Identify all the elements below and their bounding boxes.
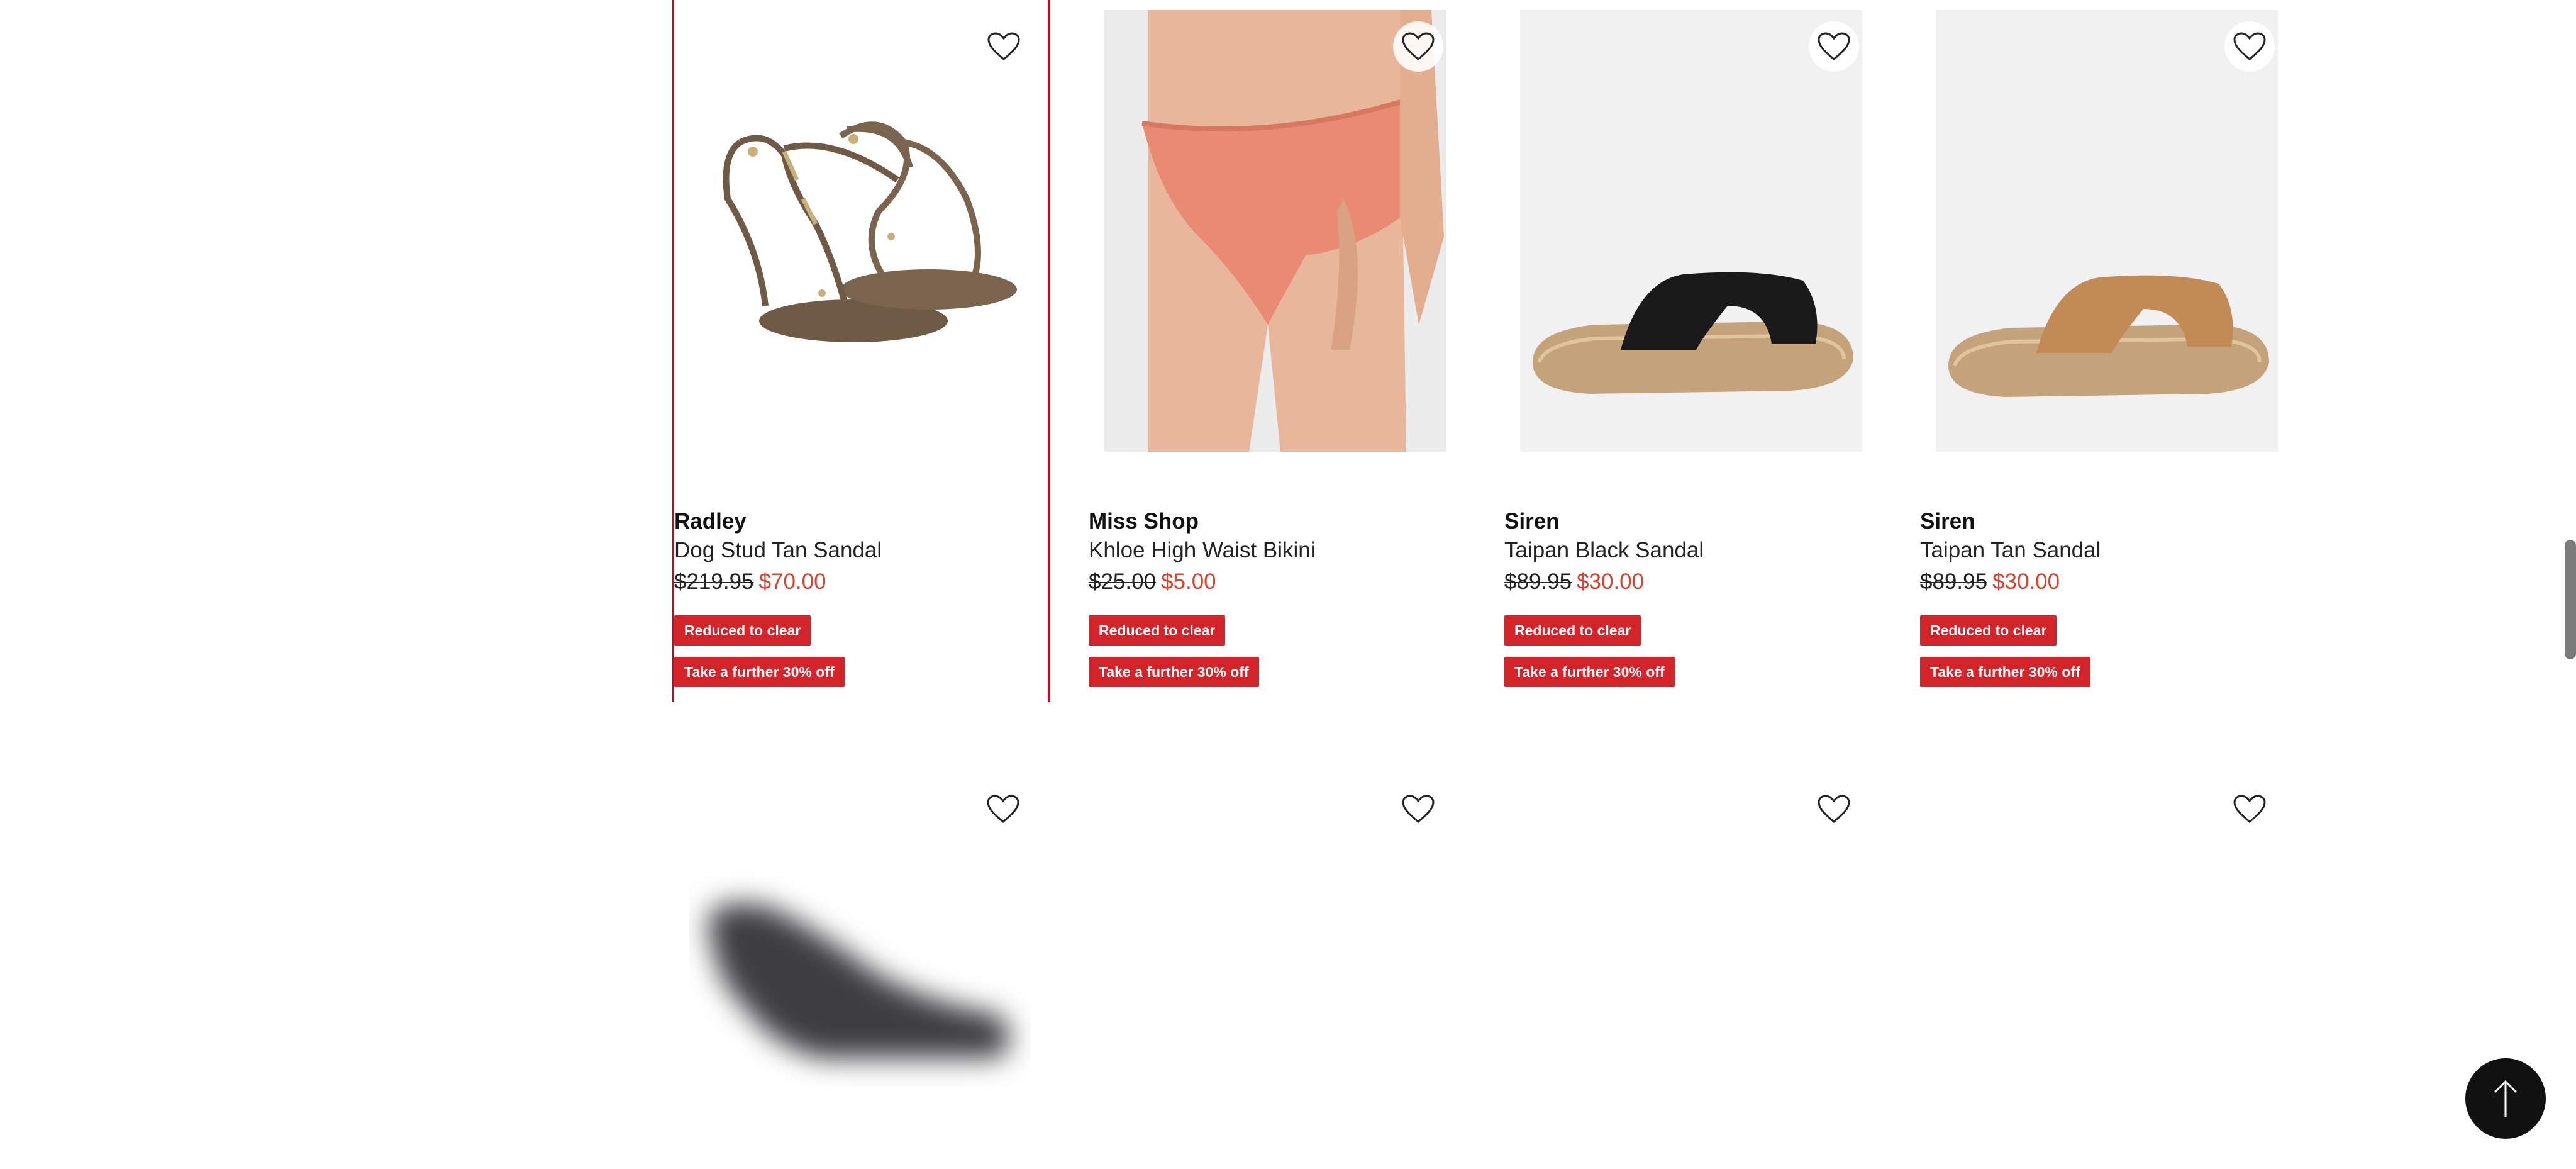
sandal-illustration bbox=[723, 121, 1017, 342]
product-info: Siren Taipan Black Sandal $89.95 $30.00 R… bbox=[1504, 507, 1878, 687]
was-price: $25.00 bbox=[1089, 569, 1157, 594]
product-listing-page: Radley Dog Stud Tan Sandal $219.95 $70.00… bbox=[0, 0, 2576, 1169]
further-off-badge: Take a further 30% off bbox=[674, 657, 845, 687]
was-price: $89.95 bbox=[1504, 569, 1572, 594]
now-price: $5.00 bbox=[1161, 569, 1216, 594]
heart-outline-icon bbox=[1818, 795, 1850, 823]
arrow-up-icon bbox=[2494, 1080, 2518, 1117]
product-info: Radley Dog Stud Tan Sandal $219.95 $70.00… bbox=[674, 507, 1048, 687]
wishlist-button[interactable] bbox=[979, 21, 1029, 72]
bikini-illustration bbox=[1104, 10, 1446, 452]
product-brand[interactable]: Radley bbox=[674, 507, 1048, 536]
product-image-area[interactable] bbox=[674, 0, 1048, 462]
heart-outline-icon bbox=[1402, 32, 1435, 60]
product-image-coral-bikini-bottom[interactable] bbox=[1104, 10, 1446, 452]
back-to-top-button[interactable] bbox=[2465, 1058, 2546, 1139]
product-name[interactable]: Dog Stud Tan Sandal bbox=[674, 536, 1048, 565]
wishlist-button[interactable] bbox=[1809, 784, 1859, 834]
heart-outline-icon bbox=[1402, 795, 1435, 823]
product-image-tan-strappy-sandal[interactable] bbox=[690, 10, 1032, 452]
product-brand[interactable]: Siren bbox=[1920, 507, 2294, 536]
product-image-black-slide-sandal[interactable] bbox=[1520, 10, 1862, 452]
product-name[interactable]: Khloe High Waist Bikini bbox=[1089, 536, 1462, 565]
wishlist-button[interactable] bbox=[2224, 21, 2275, 72]
product-brand[interactable]: Miss Shop bbox=[1089, 507, 1462, 536]
product-info: Siren Taipan Tan Sandal $89.95 $30.00 Red… bbox=[1920, 507, 2294, 687]
blurred-shoe-placeholder bbox=[708, 903, 1010, 1058]
further-off-badge: Take a further 30% off bbox=[1089, 657, 1259, 687]
was-price: $219.95 bbox=[674, 569, 754, 594]
reduced-badge: Reduced to clear bbox=[674, 615, 811, 646]
product-brand[interactable]: Siren bbox=[1504, 507, 1878, 536]
reduced-badge: Reduced to clear bbox=[1089, 615, 1226, 646]
price-row: $25.00 $5.00 bbox=[1089, 566, 1462, 598]
heart-outline-icon bbox=[2233, 795, 2266, 823]
further-off-badge: Take a further 30% off bbox=[1920, 657, 2090, 687]
price-row: $89.95 $30.00 bbox=[1504, 566, 1878, 598]
heart-outline-icon bbox=[1818, 32, 1850, 60]
page-scrollbar[interactable] bbox=[2565, 540, 2576, 659]
further-off-badge: Take a further 30% off bbox=[1504, 657, 1675, 687]
product-card[interactable]: Radley Dog Stud Tan Sandal $219.95 $70.00… bbox=[672, 0, 1050, 702]
heart-outline-icon bbox=[987, 32, 1020, 60]
product-image-area[interactable] bbox=[1089, 0, 1462, 462]
product-card[interactable] bbox=[1504, 763, 1878, 1153]
wishlist-button[interactable] bbox=[1393, 784, 1443, 834]
product-info: Miss Shop Khloe High Waist Bikini $25.00… bbox=[1089, 507, 1462, 687]
product-image-blurred-black-heel[interactable] bbox=[689, 763, 1031, 1153]
wishlist-button[interactable] bbox=[2224, 784, 2275, 834]
wishlist-button[interactable] bbox=[1809, 21, 1859, 72]
now-price: $30.00 bbox=[1577, 569, 1645, 594]
product-image-area[interactable] bbox=[1504, 0, 1878, 462]
wishlist-button[interactable] bbox=[1393, 21, 1443, 72]
black-slide-illustration bbox=[1520, 10, 1862, 452]
tan-slide-illustration bbox=[1936, 10, 2278, 452]
product-card[interactable] bbox=[674, 763, 1047, 1153]
reduced-badge: Reduced to clear bbox=[1504, 615, 1641, 646]
wishlist-button[interactable] bbox=[978, 784, 1028, 834]
product-name[interactable]: Taipan Black Sandal bbox=[1504, 536, 1878, 565]
now-price: $30.00 bbox=[1992, 569, 2060, 594]
heart-outline-icon bbox=[2233, 32, 2266, 60]
was-price: $89.95 bbox=[1920, 569, 1988, 594]
price-row: $219.95 $70.00 bbox=[674, 566, 1048, 598]
product-card[interactable] bbox=[1920, 763, 2294, 1153]
price-row: $89.95 $30.00 bbox=[1920, 566, 2294, 598]
reduced-badge: Reduced to clear bbox=[1920, 615, 2057, 646]
product-name[interactable]: Taipan Tan Sandal bbox=[1920, 536, 2294, 565]
product-image-area[interactable] bbox=[1920, 0, 2294, 462]
now-price: $70.00 bbox=[758, 569, 826, 594]
product-image-tan-slide-sandal[interactable] bbox=[1936, 10, 2278, 452]
product-card[interactable] bbox=[1089, 763, 1462, 1153]
heart-outline-icon bbox=[987, 795, 1019, 823]
